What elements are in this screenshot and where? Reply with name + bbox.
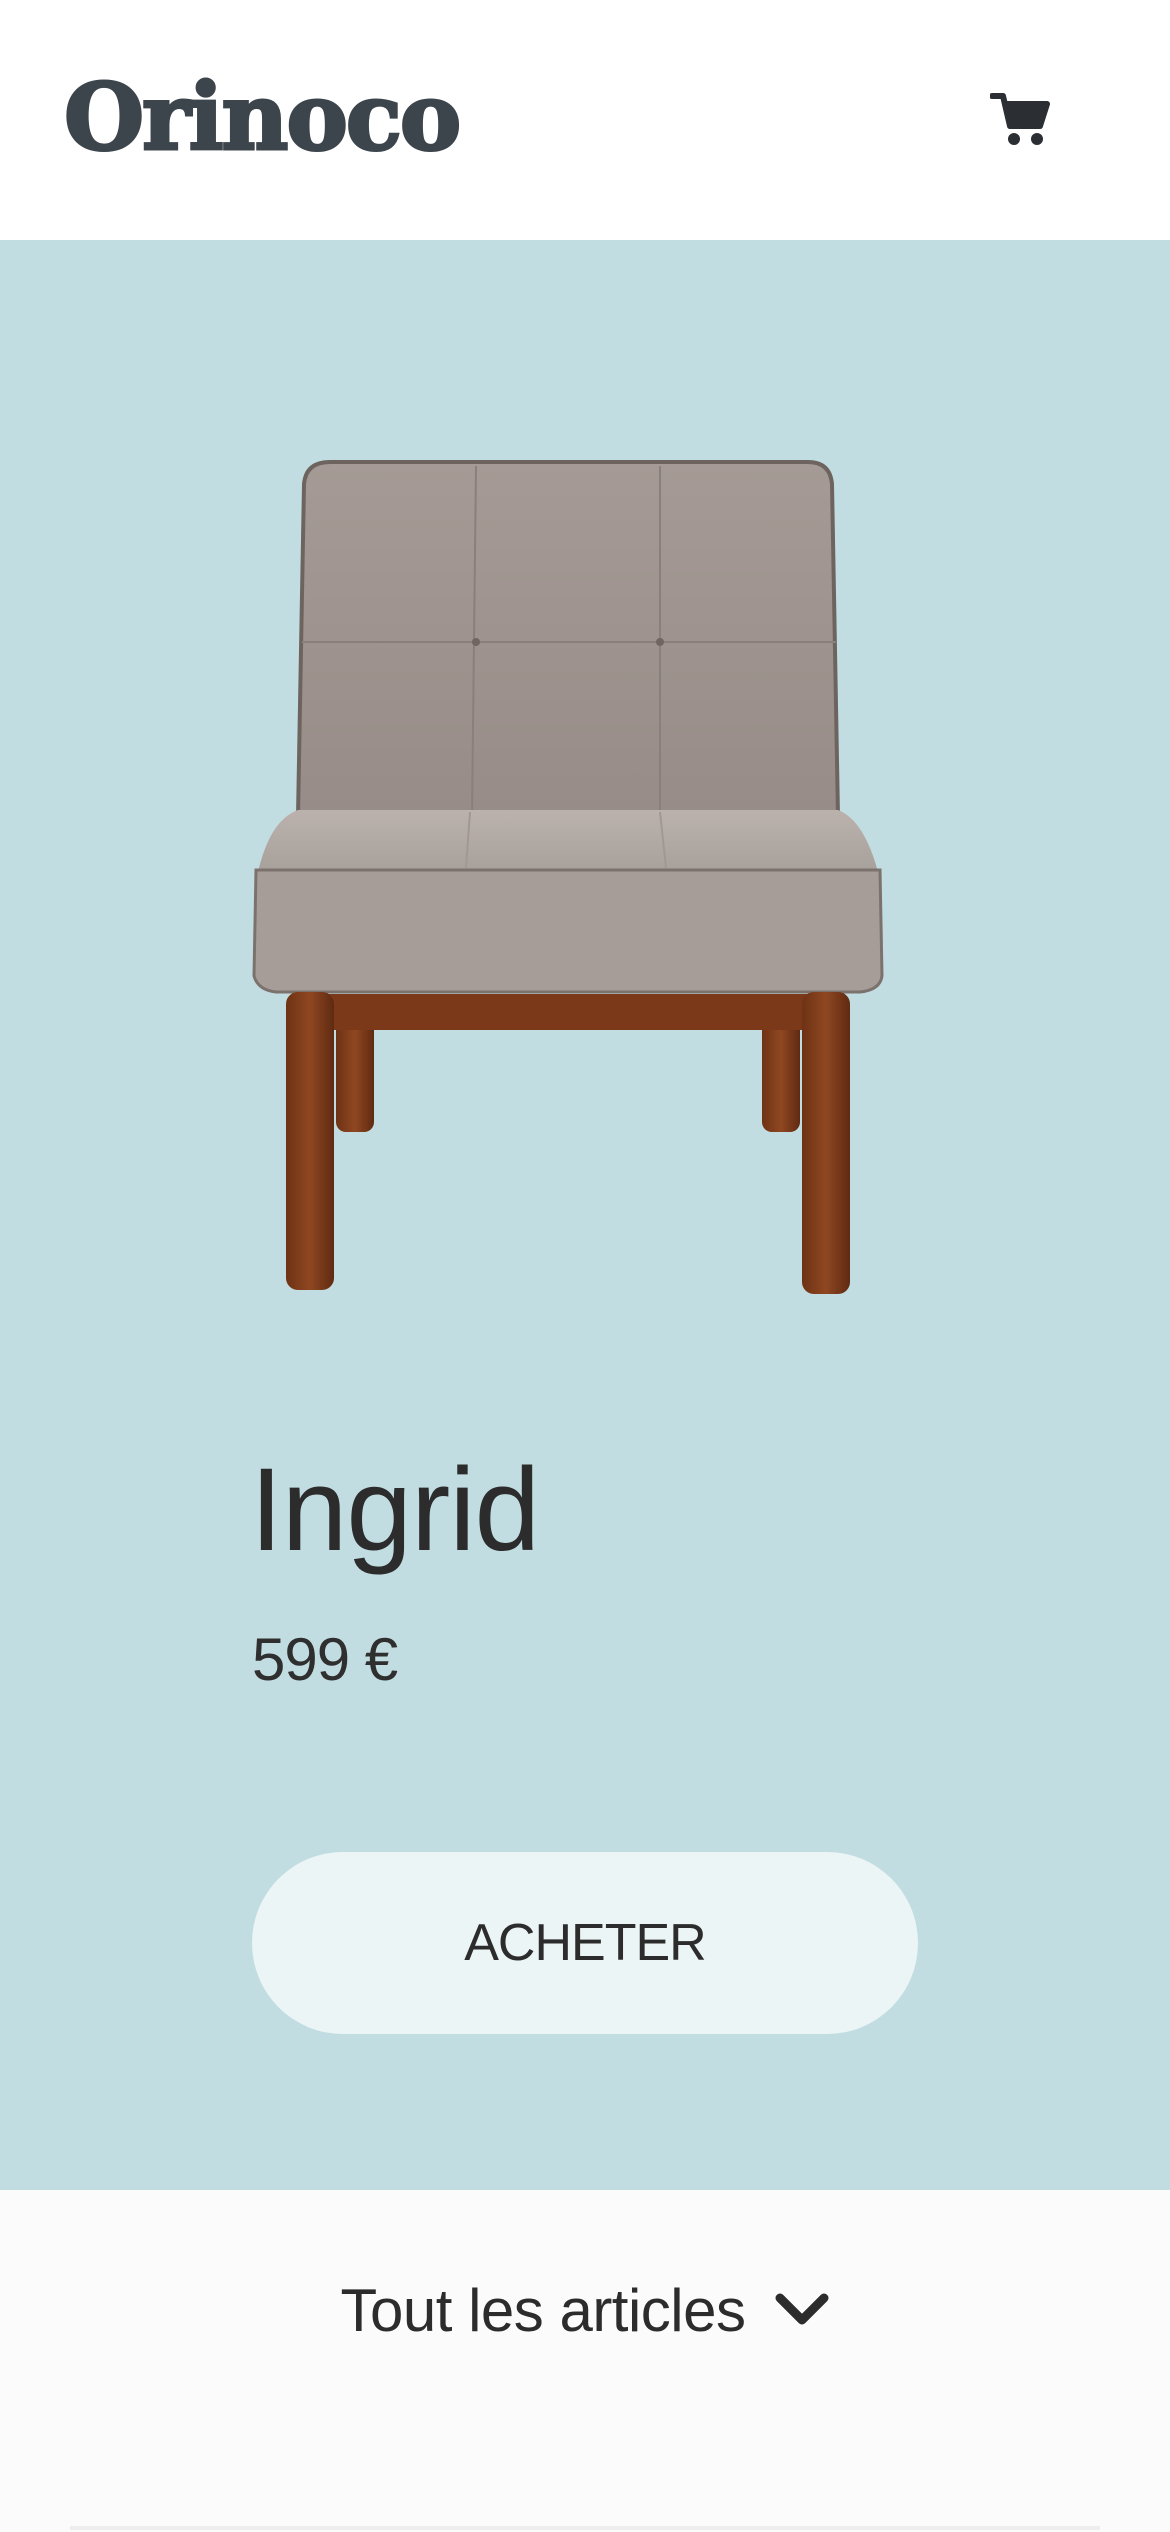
buy-button[interactable]: ACHETER — [252, 1852, 918, 2034]
divider — [70, 2526, 1100, 2530]
logo[interactable]: Orinoco — [62, 62, 462, 173]
shopping-cart-icon — [990, 90, 1052, 148]
product-price: 599 € — [252, 1626, 398, 1693]
all-articles-toggle[interactable]: Tout les articles — [0, 2240, 1170, 2380]
product-hero: Ingrid 599 € ACHETER — [0, 240, 1170, 2190]
chevron-down-icon — [774, 2290, 830, 2330]
product-name: Ingrid — [250, 1444, 540, 1576]
product-image[interactable] — [240, 420, 900, 1300]
all-articles-label: Tout les articles — [340, 2276, 747, 2344]
site-header: Orinoco — [0, 0, 1170, 240]
cart-button[interactable] — [990, 90, 1052, 148]
